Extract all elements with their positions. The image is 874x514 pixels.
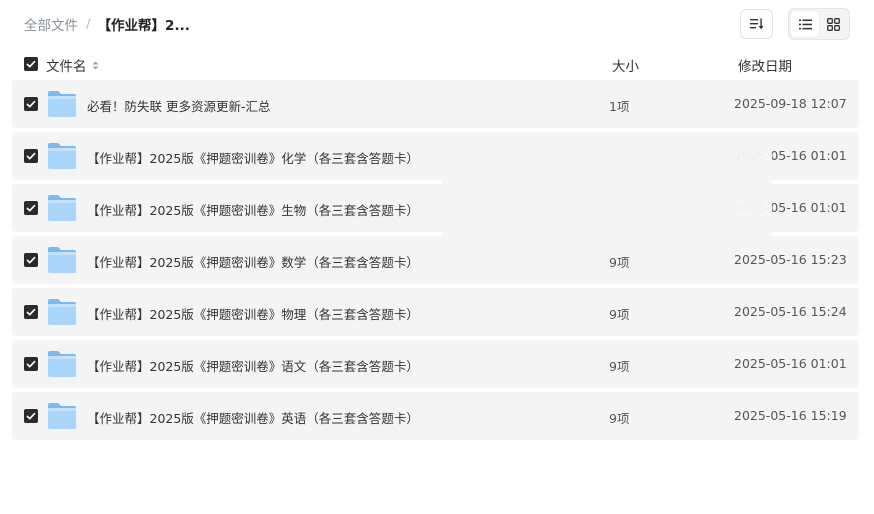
file-date: 2025-05-16 15:24 [734, 304, 847, 319]
grid-view-button[interactable] [819, 11, 847, 37]
sort-button[interactable] [740, 9, 773, 39]
folder-icon [48, 351, 76, 377]
column-header-name-label: 文件名 [46, 59, 87, 75]
row-checkbox[interactable] [24, 97, 38, 111]
row-checkbox[interactable] [24, 357, 38, 371]
file-date: 2025-05-16 15:19 [734, 408, 847, 423]
file-name[interactable]: 【作业帮】2025版《押题密训卷》化学（各三套含答题卡） [87, 148, 419, 167]
file-date: 2025-05-16 01:01 [734, 356, 847, 371]
folder-icon [48, 91, 76, 117]
breadcrumb-separator: / [86, 16, 91, 32]
file-size: 9项 [609, 411, 630, 426]
file-date: 2025-09-18 12:07 [734, 96, 847, 111]
check-icon [26, 256, 36, 264]
check-icon [26, 412, 36, 420]
check-icon [26, 360, 36, 368]
breadcrumb-current-folder: 【作业帮】2... [97, 18, 190, 34]
sort-icon [749, 18, 764, 30]
blur-overlay [443, 132, 772, 238]
check-icon [26, 60, 36, 68]
column-header-size[interactable]: 大小 [612, 55, 639, 75]
check-icon [26, 204, 36, 212]
file-name[interactable]: 【作业帮】2025版《押题密训卷》物理（各三套含答题卡） [87, 304, 419, 323]
folder-icon [48, 247, 76, 273]
file-size: 9项 [609, 307, 630, 322]
file-row[interactable]: 【作业帮】2025版《押题密训卷》数学（各三套含答题卡） 9项 2025-05-16… [12, 236, 859, 284]
row-checkbox[interactable] [24, 305, 38, 319]
list-header: 文件名 大小 修改日期 [0, 52, 874, 76]
grid-view-icon [826, 17, 840, 31]
file-size: 1项 [609, 99, 630, 114]
folder-icon [48, 143, 76, 169]
column-header-date[interactable]: 修改日期 [738, 55, 792, 75]
select-all-checkbox[interactable] [24, 57, 38, 71]
folder-icon [48, 299, 76, 325]
file-row[interactable]: 【作业帮】2025版《押题密训卷》语文（各三套含答题卡） 9项 2025-05-16… [12, 340, 859, 388]
check-icon [26, 152, 36, 160]
check-icon [26, 100, 36, 108]
row-checkbox[interactable] [24, 409, 38, 423]
view-toggle [788, 8, 850, 40]
file-size: 9项 [609, 359, 630, 374]
file-name[interactable]: 【作业帮】2025版《押题密训卷》英语（各三套含答题卡） [87, 408, 419, 427]
row-checkbox[interactable] [24, 149, 38, 163]
row-checkbox[interactable] [24, 253, 38, 267]
folder-icon [48, 403, 76, 429]
top-bar: 全部文件 / 【作业帮】2... [0, 0, 874, 48]
file-name[interactable]: 【作业帮】2025版《押题密训卷》数学（各三套含答题卡） [87, 252, 419, 271]
folder-icon [48, 195, 76, 221]
breadcrumb-root-link[interactable]: 全部文件 [24, 14, 78, 34]
file-row[interactable]: 【作业帮】2025版《押题密训卷》物理（各三套含答题卡） 9项 2025-05-16… [12, 288, 859, 336]
sort-caret-icon [92, 61, 99, 70]
file-row[interactable]: 必看！防失联 更多资源更新-汇总 1项 2025-09-18 12:07 [12, 80, 859, 128]
file-name[interactable]: 必看！防失联 更多资源更新-汇总 [87, 96, 271, 115]
file-name[interactable]: 【作业帮】2025版《押题密训卷》语文（各三套含答题卡） [87, 356, 419, 375]
column-header-name[interactable]: 文件名 [46, 55, 99, 75]
list-view-icon [798, 19, 812, 29]
breadcrumb: 全部文件 / 【作业帮】2... [24, 14, 190, 34]
file-row[interactable]: 【作业帮】2025版《押题密训卷》英语（各三套含答题卡） 9项 2025-05-16… [12, 392, 859, 440]
file-size: 9项 [609, 255, 630, 270]
row-checkbox[interactable] [24, 201, 38, 215]
file-name[interactable]: 【作业帮】2025版《押题密训卷》生物（各三套含答题卡） [87, 200, 419, 219]
check-icon [26, 308, 36, 316]
file-date: 2025-05-16 15:23 [734, 252, 847, 267]
list-view-button[interactable] [791, 11, 819, 37]
